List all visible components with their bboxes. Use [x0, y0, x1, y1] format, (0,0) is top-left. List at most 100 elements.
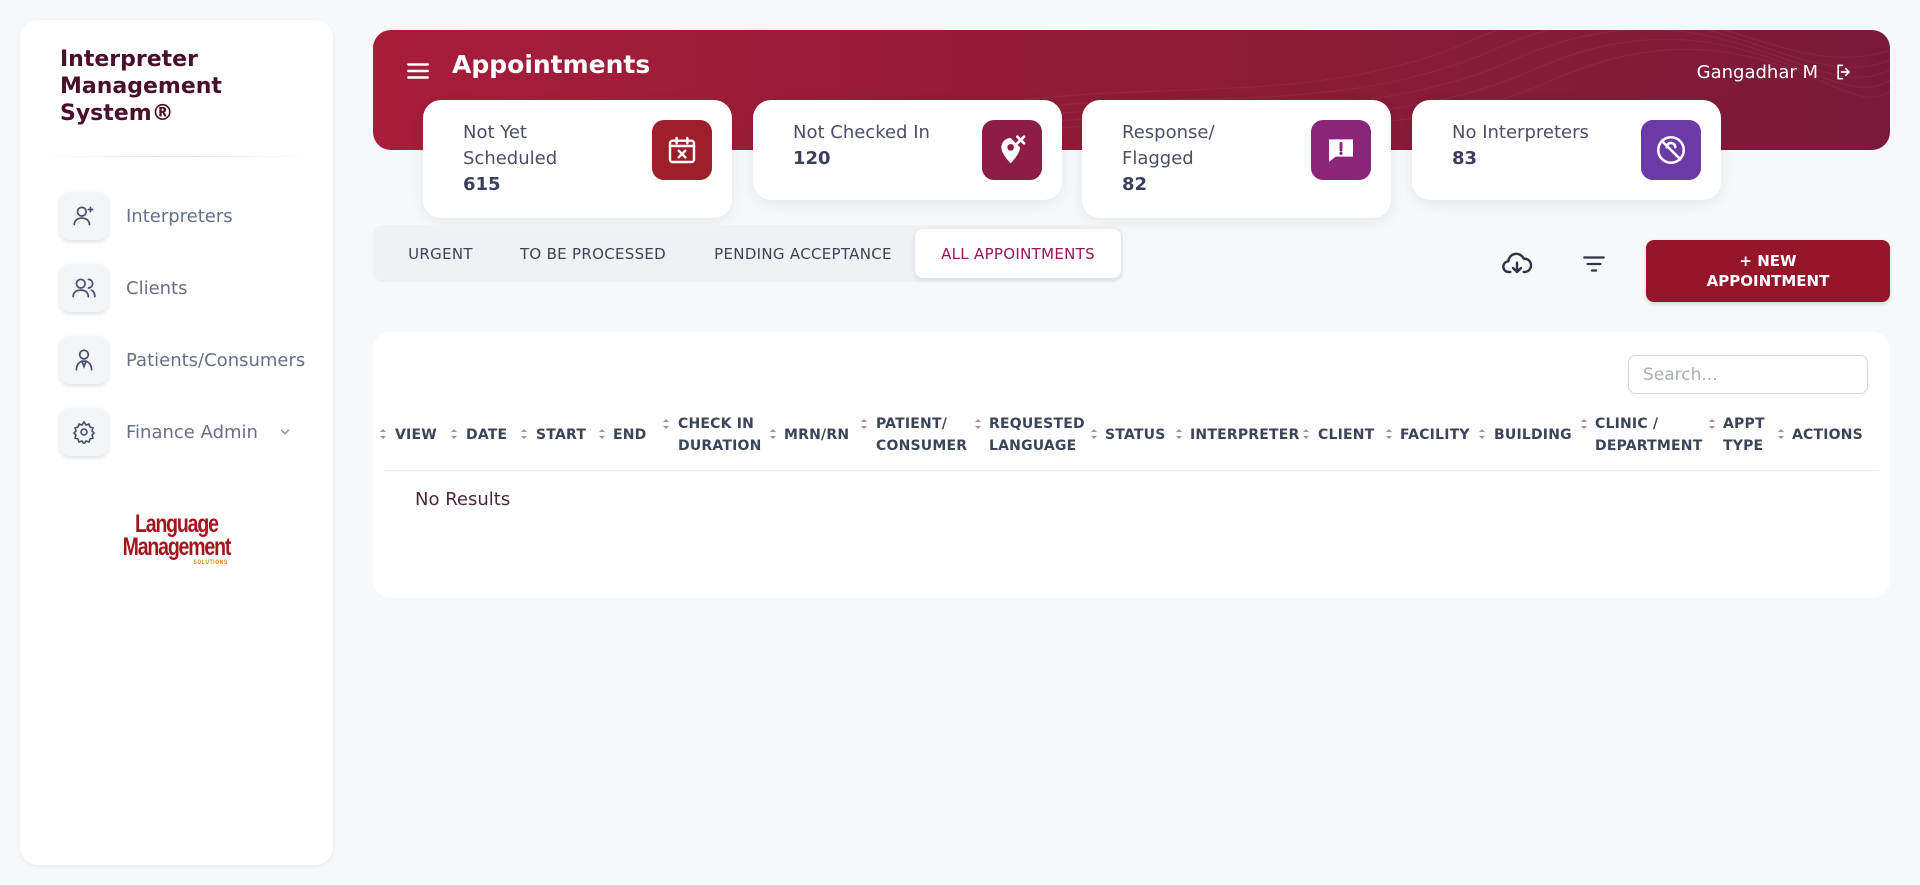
- column-header-check-in-duration[interactable]: CHECK IN DURATION: [678, 413, 762, 457]
- column-header-view[interactable]: VIEW: [395, 424, 437, 446]
- column-label: FACILITY: [1400, 427, 1470, 443]
- sort-icon[interactable]: [769, 428, 777, 440]
- new-appointment-button[interactable]: + NEW APPOINTMENT: [1646, 240, 1890, 302]
- column-label: DEPARTMENT: [1595, 438, 1703, 454]
- column-header-start[interactable]: START: [536, 424, 586, 446]
- location-x-icon: [982, 120, 1042, 180]
- column-label: CONSUMER: [876, 438, 968, 454]
- column-header-patient-consumer[interactable]: PATIENT/CONSUMER: [876, 413, 967, 457]
- tab-pending-acceptance[interactable]: PENDING ACCEPTANCE: [688, 229, 918, 278]
- stat-value: 83: [1452, 148, 1478, 169]
- column-header-mrn-rn[interactable]: MRN/RN: [784, 424, 849, 446]
- logout-icon[interactable]: [1834, 62, 1854, 82]
- tab-bar: URGENT TO BE PROCESSED PENDING ACCEPTANC…: [373, 225, 1123, 282]
- stat-value: 82: [1122, 174, 1148, 195]
- column-label: END: [613, 427, 647, 443]
- column-label: REQUESTED: [989, 416, 1085, 432]
- stat-card-not-checked-in[interactable]: Not Checked In 120: [753, 100, 1062, 200]
- column-header-end[interactable]: END: [613, 424, 647, 446]
- column-label: VIEW: [395, 427, 437, 443]
- users-icon: [60, 264, 108, 312]
- sidebar-item-clients[interactable]: Clients: [60, 264, 188, 312]
- sort-icon[interactable]: [1302, 428, 1310, 440]
- sidebar-item-label: Patients/Consumers: [126, 349, 306, 371]
- column-label: PATIENT/: [876, 416, 948, 432]
- sort-icon[interactable]: [860, 418, 868, 430]
- menu-icon[interactable]: [405, 58, 431, 84]
- stat-card-response-flagged[interactable]: Response/ Flagged 82: [1082, 100, 1391, 218]
- sort-icon[interactable]: [1708, 418, 1716, 430]
- column-header-appt-type[interactable]: APPT TYPE: [1723, 413, 1765, 457]
- no-interpreter-icon: [1641, 120, 1701, 180]
- sidebar-item-label: Clients: [126, 277, 188, 299]
- sidebar-item-patients[interactable]: Patients/Consumers: [60, 336, 305, 384]
- patient-icon: [60, 336, 108, 384]
- stat-label: Response/ Flagged: [1122, 122, 1215, 169]
- column-label: STATUS: [1105, 427, 1166, 443]
- column-label: DURATION: [678, 438, 762, 454]
- column-header-client[interactable]: CLIENT: [1318, 424, 1374, 446]
- filter-icon[interactable]: [1577, 247, 1611, 281]
- stat-card-not-yet-scheduled[interactable]: Not Yet Scheduled 615: [423, 100, 732, 218]
- flag-message-icon: [1311, 120, 1371, 180]
- sort-icon[interactable]: [1777, 428, 1785, 440]
- sort-icon[interactable]: [1385, 428, 1393, 440]
- column-label: ACTIONS: [1792, 427, 1863, 443]
- column-header-status[interactable]: STATUS: [1105, 424, 1166, 446]
- stat-label: Not Checked In: [793, 122, 930, 143]
- column-label: LANGUAGE: [989, 438, 1077, 454]
- column-label: INTERPRETER: [1190, 427, 1300, 443]
- stat-label: Not Yet Scheduled: [463, 122, 558, 169]
- stat-value: 120: [793, 148, 831, 169]
- sort-icon[interactable]: [1580, 418, 1588, 430]
- column-label: MRN/RN: [784, 427, 850, 443]
- column-header-facility[interactable]: FACILITY: [1400, 424, 1470, 446]
- column-label: APPT: [1723, 416, 1765, 432]
- column-header-requested-language[interactable]: REQUESTED LANGUAGE: [989, 413, 1085, 457]
- column-label: START: [536, 427, 587, 443]
- user-add-icon: [60, 192, 108, 240]
- download-icon[interactable]: [1500, 247, 1534, 281]
- sidebar-item-interpreters[interactable]: Interpreters: [60, 192, 233, 240]
- column-header-building[interactable]: BUILDING: [1494, 424, 1572, 446]
- column-label: CHECK IN: [678, 416, 755, 432]
- column-header-interpreter[interactable]: INTERPRETER: [1190, 424, 1300, 446]
- column-label: CLIENT: [1318, 427, 1375, 443]
- table-header-divider: [384, 470, 1878, 471]
- column-header-actions[interactable]: ACTIONS: [1792, 424, 1863, 446]
- sort-icon[interactable]: [1175, 428, 1183, 440]
- logo-line-2: Management: [122, 533, 232, 561]
- app-title: Interpreter Management System®: [60, 47, 222, 126]
- calendar-x-icon: [652, 120, 712, 180]
- sidebar-item-label: Finance Admin: [126, 421, 258, 443]
- sort-icon[interactable]: [520, 428, 528, 440]
- column-label: CLINIC /: [1595, 416, 1659, 432]
- sort-icon[interactable]: [379, 428, 387, 440]
- empty-state-text: No Results: [415, 489, 511, 510]
- column-header-clinic-department[interactable]: CLINIC / DEPARTMENT: [1595, 413, 1702, 457]
- column-label: BUILDING: [1494, 427, 1572, 443]
- stat-label: No Interpreters: [1452, 122, 1589, 143]
- sort-icon[interactable]: [1478, 428, 1486, 440]
- sort-icon[interactable]: [450, 428, 458, 440]
- sidebar-item-finance-admin[interactable]: Finance Admin: [60, 408, 292, 456]
- column-header-date[interactable]: DATE: [466, 424, 507, 446]
- sort-icon[interactable]: [598, 428, 606, 440]
- search-input[interactable]: [1628, 355, 1868, 394]
- sort-icon[interactable]: [662, 418, 670, 430]
- gear-icon: [60, 408, 108, 456]
- column-label: TYPE: [1723, 438, 1764, 454]
- company-logo: Language Management SOLUTIONS: [114, 512, 239, 567]
- tab-to-be-processed[interactable]: TO BE PROCESSED: [498, 229, 688, 278]
- page-title: Appointments: [452, 50, 651, 79]
- tab-urgent[interactable]: URGENT: [383, 229, 498, 278]
- sort-icon[interactable]: [974, 418, 982, 430]
- column-label: DATE: [466, 427, 508, 443]
- stat-value: 615: [463, 174, 501, 195]
- stat-card-no-interpreters[interactable]: No Interpreters 83: [1412, 100, 1721, 200]
- chevron-down-icon[interactable]: [278, 425, 292, 439]
- sidebar: Interpreter Management System® Interpret…: [20, 20, 333, 865]
- sort-icon[interactable]: [1090, 428, 1098, 440]
- sidebar-item-label: Interpreters: [126, 205, 233, 227]
- tab-all-appointments[interactable]: ALL APPOINTMENTS: [915, 229, 1121, 278]
